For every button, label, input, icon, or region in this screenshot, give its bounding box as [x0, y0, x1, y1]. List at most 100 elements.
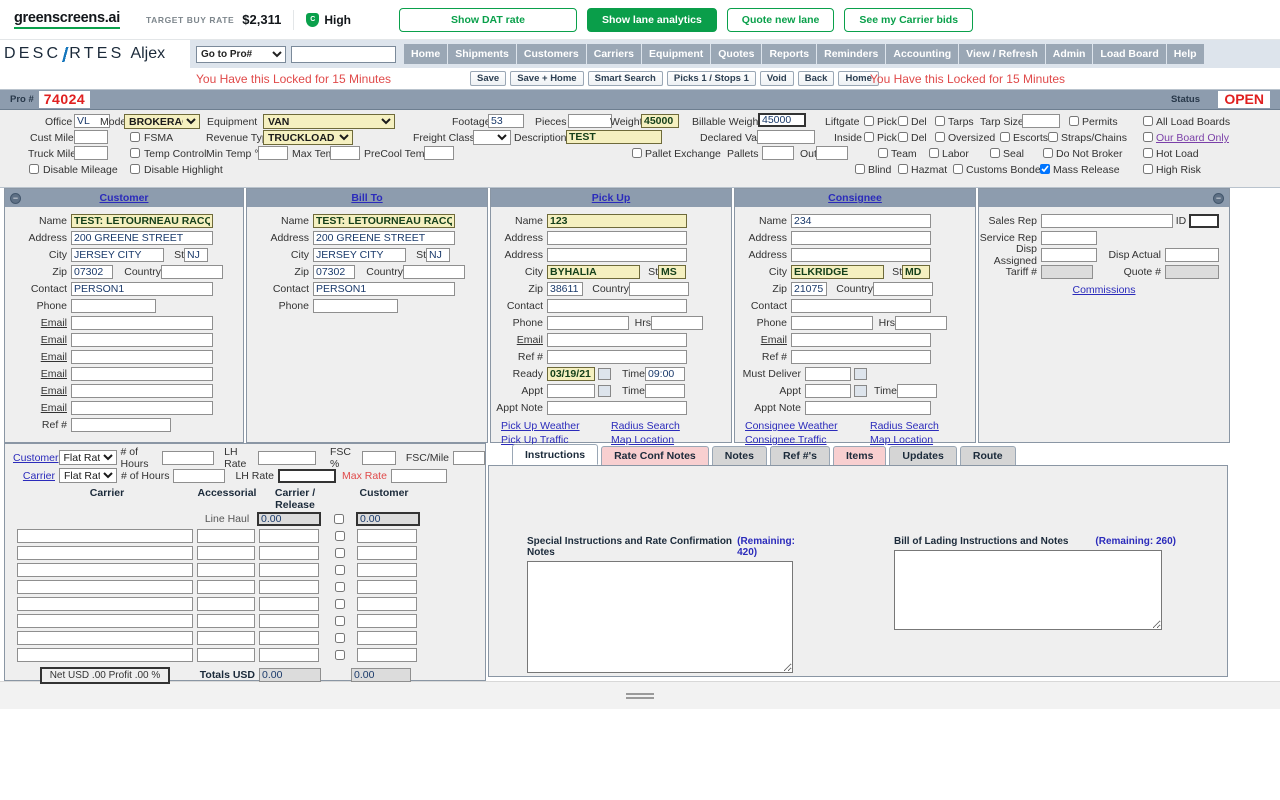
description-field[interactable]: [566, 130, 662, 144]
goto-pro-input[interactable]: [291, 45, 396, 63]
rates-release-field[interactable]: [259, 647, 319, 662]
rates-accessorial-field[interactable]: [197, 647, 255, 662]
pallets-in-field[interactable]: [762, 146, 794, 160]
tab-notes[interactable]: Notes: [711, 446, 767, 465]
nav-item-shipments[interactable]: Shipments: [448, 44, 517, 64]
commissions-link[interactable]: Commissions: [1072, 284, 1135, 296]
high-risk-checkbox[interactable]: [1143, 164, 1153, 174]
rates-carrier-field[interactable]: [17, 545, 193, 560]
billto-zip-field[interactable]: [313, 265, 355, 279]
customer-email-link-6[interactable]: Email: [5, 402, 67, 414]
tab-rate-conf-notes[interactable]: Rate Conf Notes: [601, 446, 709, 465]
billto-contact-field[interactable]: [313, 282, 455, 296]
consignee-country-field[interactable]: [873, 282, 933, 296]
pickup-contact-field[interactable]: [547, 299, 687, 313]
consignee-panel-title[interactable]: Consignee: [828, 192, 882, 204]
customer-email-field-3[interactable]: [71, 350, 213, 364]
inside-pick-checkbox[interactable]: [864, 132, 874, 142]
permits-checkbox[interactable]: [1069, 116, 1079, 126]
back-button[interactable]: Back: [797, 71, 835, 86]
rates-customer-field[interactable]: [357, 630, 417, 645]
line-haul-customer-field[interactable]: [356, 512, 420, 526]
pickup-radius-search-link[interactable]: Radius Search: [611, 420, 680, 432]
rates-release-checkbox[interactable]: [335, 598, 345, 609]
consignee-weather-link[interactable]: Consignee Weather: [745, 420, 870, 432]
billto-address-field[interactable]: [313, 231, 455, 245]
billto-panel-title[interactable]: Bill To: [351, 192, 382, 204]
precool-temp-field[interactable]: [424, 146, 454, 160]
pickup-name-field[interactable]: [547, 214, 687, 228]
rates-release-field[interactable]: [259, 596, 319, 611]
our-board-only-link[interactable]: Our Board Only: [1156, 132, 1229, 144]
hot-load-checkbox[interactable]: [1143, 148, 1153, 158]
consignee-address2-field[interactable]: [791, 248, 931, 262]
max-rate-field[interactable]: [390, 468, 447, 483]
equipment-select[interactable]: VAN: [263, 114, 395, 129]
customer-ref-field[interactable]: [71, 418, 171, 432]
rates-release-field[interactable]: [259, 562, 319, 577]
rates-customer-field[interactable]: [357, 528, 417, 543]
pickup-appt-note-field[interactable]: [547, 401, 687, 415]
drag-handle-icon[interactable]: [626, 691, 654, 701]
line-haul-release-checkbox[interactable]: [334, 514, 344, 524]
customer-rate-type-select[interactable]: Flat Rate: [58, 450, 117, 465]
rates-carrier-field[interactable]: [17, 647, 193, 662]
picks-stops-button[interactable]: Picks 1 / Stops 1: [666, 71, 756, 86]
consignee-ref-field[interactable]: [791, 350, 931, 364]
hazmat-checkbox[interactable]: [898, 164, 908, 174]
customer-name-field[interactable]: [71, 214, 213, 228]
nav-item-home[interactable]: Home: [404, 44, 449, 64]
pickup-email-field[interactable]: [547, 333, 687, 347]
consignee-radius-search-link[interactable]: Radius Search: [870, 420, 939, 432]
oversized-checkbox[interactable]: [935, 132, 945, 142]
rates-customer-field[interactable]: [357, 545, 417, 560]
consignee-hrs-field[interactable]: [895, 316, 947, 330]
consignee-name-field[interactable]: [791, 214, 931, 228]
cust-miles-field[interactable]: [74, 130, 108, 144]
team-checkbox[interactable]: [878, 148, 888, 158]
billto-city-field[interactable]: [313, 248, 406, 262]
rates-customer-field[interactable]: [357, 613, 417, 628]
escorts-checkbox[interactable]: [1000, 132, 1010, 142]
collapse-icon[interactable]: −: [10, 192, 21, 204]
rates-release-checkbox[interactable]: [335, 632, 345, 643]
disp-assigned-field[interactable]: [1041, 248, 1097, 262]
rates-customer-field[interactable]: [357, 562, 417, 577]
carrier-lh-rate-field[interactable]: [277, 468, 336, 483]
billto-country-field[interactable]: [403, 265, 465, 279]
weight-field[interactable]: [641, 114, 679, 128]
customer-email-field-1[interactable]: [71, 316, 213, 330]
billto-phone-field[interactable]: [313, 299, 398, 313]
customer-email-field-6[interactable]: [71, 401, 213, 415]
customer-email-link-5[interactable]: Email: [5, 385, 67, 397]
rates-release-checkbox[interactable]: [335, 649, 345, 660]
rates-carrier-link[interactable]: Carrier: [13, 470, 59, 482]
customer-email-link-1[interactable]: Email: [5, 317, 67, 329]
tarps-checkbox[interactable]: [935, 116, 945, 126]
nav-item-reminders[interactable]: Reminders: [817, 44, 887, 64]
calendar-icon[interactable]: [598, 385, 611, 397]
nav-item-help[interactable]: Help: [1166, 44, 1205, 64]
rates-carrier-field[interactable]: [17, 562, 193, 577]
customer-lh-rate-field[interactable]: [258, 450, 317, 465]
nav-item-admin[interactable]: Admin: [1045, 44, 1094, 64]
tab-items[interactable]: Items: [832, 446, 887, 465]
tab-ref-numbers[interactable]: Ref #'s: [769, 446, 830, 465]
nav-item-load-board[interactable]: Load Board: [1093, 44, 1167, 64]
customer-address-field[interactable]: [71, 231, 213, 245]
rates-accessorial-field[interactable]: [197, 630, 255, 645]
liftgate-del-checkbox[interactable]: [898, 116, 908, 126]
save-button[interactable]: Save: [470, 71, 507, 86]
rates-accessorial-field[interactable]: [197, 613, 255, 628]
fsc-pct-field[interactable]: [361, 450, 396, 465]
rates-carrier-field[interactable]: [17, 630, 193, 645]
all-load-boards-checkbox[interactable]: [1143, 116, 1153, 126]
nav-item-accounting[interactable]: Accounting: [886, 44, 960, 64]
void-button[interactable]: Void: [759, 71, 794, 86]
line-haul-carrier-field[interactable]: [257, 512, 321, 526]
mass-release-checkbox[interactable]: [1040, 164, 1050, 174]
pallets-out-field[interactable]: [816, 146, 848, 160]
nav-item-customers[interactable]: Customers: [516, 44, 587, 64]
quote-new-lane-button[interactable]: Quote new lane: [726, 7, 835, 32]
pickup-city-field[interactable]: [547, 265, 640, 279]
